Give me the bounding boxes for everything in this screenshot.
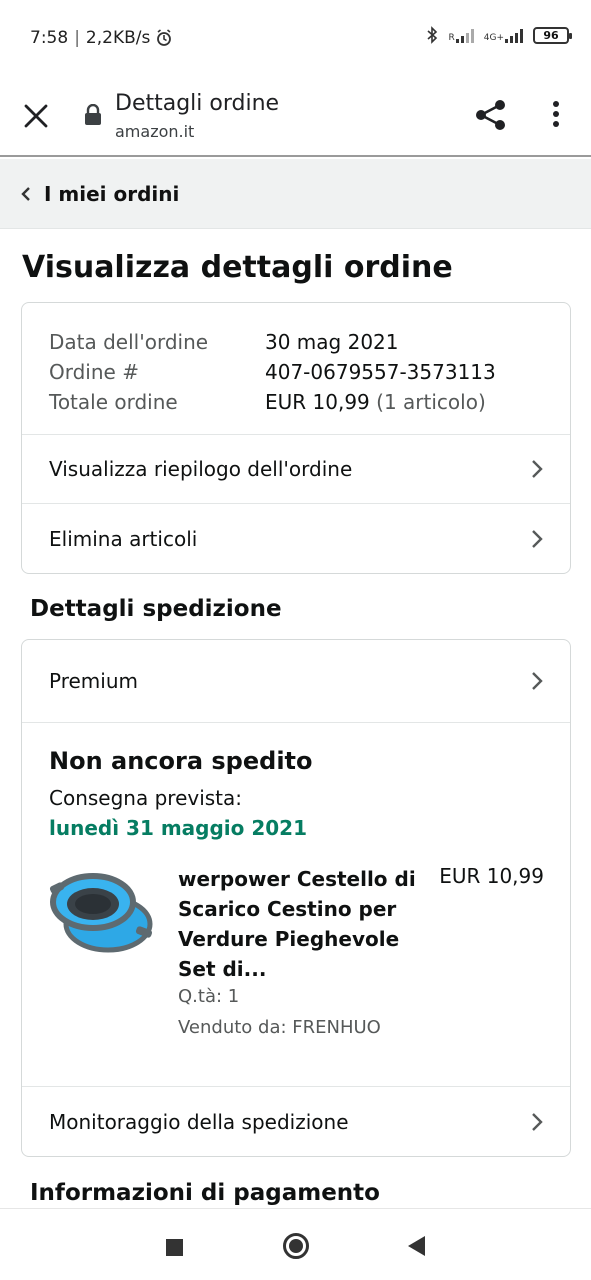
- chevron-left-icon: [21, 186, 30, 201]
- order-number-row: Ordine # 407-0679557-3573113: [49, 357, 496, 387]
- shipment-card: Premium Non ancora spedito Consegna prev…: [21, 639, 571, 1157]
- close-button[interactable]: [20, 100, 52, 132]
- more-options-button[interactable]: [544, 98, 568, 136]
- delivery-estimate-label: Consegna prevista:: [49, 786, 243, 810]
- order-info: Data dell'ordine 30 mag 2021 Ordine # 40…: [49, 327, 496, 417]
- signal-label-4g: 4G+: [483, 33, 504, 43]
- delete-items-link[interactable]: Elimina articoli: [22, 504, 570, 574]
- battery-indicator: 96: [533, 26, 572, 44]
- chevron-right-icon: [532, 460, 543, 478]
- product-title-link[interactable]: werpower Cestello di Scarico Cestino per…: [178, 864, 418, 984]
- shipment-status: Non ancora spedito: [49, 747, 313, 775]
- order-number-value: 407-0679557-3573113: [265, 360, 496, 384]
- order-date-label: Data dell'ordine: [49, 330, 209, 354]
- product-seller: Venduto da: FRENHUO: [178, 1017, 381, 1038]
- page-title: Visualizza dettagli ordine: [22, 250, 453, 285]
- bluetooth-icon: [427, 26, 438, 44]
- product-price: EUR 10,99: [439, 864, 544, 888]
- order-total-items: (1 articolo): [376, 390, 486, 414]
- signal-2: 4G+: [484, 27, 523, 43]
- network-speed: 2,2KB/s: [85, 28, 151, 48]
- tracking-label: Monitoraggio della spedizione: [49, 1110, 349, 1134]
- divider: [22, 722, 570, 723]
- breadcrumb[interactable]: I miei ordini: [0, 159, 591, 229]
- delivery-estimate-date: lunedì 31 maggio 2021: [49, 816, 308, 840]
- shipping-section-title: Dettagli spedizione: [30, 596, 282, 622]
- payment-section-title: Informazioni di pagamento: [30, 1180, 380, 1206]
- status-right: R 4G+ 96: [426, 26, 572, 44]
- order-number-label: Ordine #: [49, 360, 139, 384]
- home-button[interactable]: [283, 1233, 309, 1259]
- order-total-value-wrap: EUR 10,99 (1 articolo): [265, 387, 486, 417]
- shipping-method-label: Premium: [49, 669, 138, 693]
- url-display[interactable]: amazon.it: [115, 122, 194, 141]
- order-date-value: 30 mag 2021: [265, 330, 399, 354]
- share-icon: [476, 100, 505, 130]
- shipping-method-link[interactable]: Premium: [22, 640, 570, 722]
- order-date-row: Data dell'ordine 30 mag 2021: [49, 327, 496, 357]
- recents-button[interactable]: [166, 1239, 183, 1256]
- product-image[interactable]: [48, 866, 154, 962]
- lock-icon: [85, 103, 101, 125]
- status-left: 7:58 | 2,2KB/s: [30, 28, 172, 48]
- status-bar: 7:58 | 2,2KB/s R 4G+ 96: [0, 0, 591, 78]
- more-icon: [553, 101, 559, 127]
- order-total-label: Totale ordine: [49, 390, 178, 414]
- breadcrumb-label: I miei ordini: [44, 181, 180, 206]
- delete-items-label: Elimina articoli: [49, 527, 198, 551]
- page-tab-title: Dettagli ordine: [115, 91, 280, 116]
- order-total-row: Totale ordine EUR 10,99 (1 articolo): [49, 387, 496, 417]
- chevron-right-icon: [532, 1113, 543, 1131]
- signal-label-r: R: [448, 33, 455, 43]
- secure-connection[interactable]: [84, 103, 102, 130]
- colander-image: [49, 873, 153, 953]
- separator: |: [74, 28, 80, 48]
- signal-bars-1: [455, 27, 474, 43]
- signal-1: R: [448, 27, 474, 43]
- close-icon: [24, 104, 48, 128]
- product-quantity: Q.tà: 1: [178, 986, 240, 1007]
- chevron-right-icon: [532, 672, 543, 690]
- browser-toolbar: Dettagli ordine amazon.it: [0, 78, 591, 157]
- alarm-icon: [157, 29, 172, 46]
- tracking-link[interactable]: Monitoraggio della spedizione: [22, 1087, 570, 1157]
- order-info-card: Data dell'ordine 30 mag 2021 Ordine # 40…: [21, 302, 571, 574]
- order-total-value: EUR 10,99: [265, 390, 370, 414]
- signal-bars-2: [505, 27, 523, 43]
- back-button[interactable]: [408, 1236, 425, 1256]
- chevron-right-icon: [532, 530, 543, 548]
- clock: 7:58: [30, 28, 69, 48]
- order-summary-link[interactable]: Visualizza riepilogo dell'ordine: [22, 435, 570, 503]
- order-summary-label: Visualizza riepilogo dell'ordine: [49, 457, 353, 481]
- share-button[interactable]: [474, 98, 508, 136]
- system-nav-bar: [0, 1208, 591, 1280]
